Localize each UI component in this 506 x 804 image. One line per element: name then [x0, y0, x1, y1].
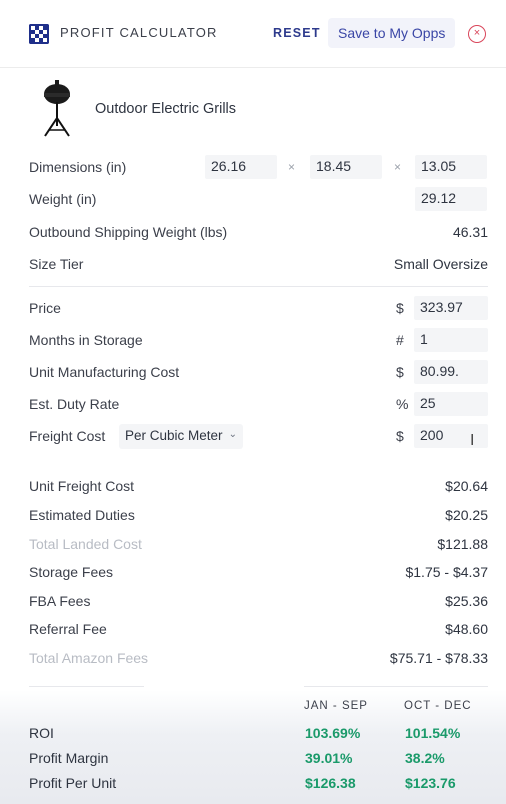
divider	[29, 686, 144, 687]
months-storage-label: Months in Storage	[29, 332, 143, 348]
storage-fees-label: Storage Fees	[29, 564, 114, 580]
app-title: PROFIT CALCULATOR	[60, 25, 218, 40]
profit-per-unit-oct-dec-value: $123.76	[405, 775, 456, 791]
calculator-header: PROFIT CALCULATOR RESET Save to My Opps …	[0, 0, 506, 68]
grill-icon	[37, 80, 77, 138]
duty-rate-input[interactable]: 25	[414, 392, 488, 416]
chevron-down-icon: ⌄	[228, 429, 237, 440]
price-prefix: $	[396, 300, 404, 316]
referral-fee-label: Referral Fee	[29, 621, 107, 637]
profit-per-unit-jan-sep-value: $126.38	[305, 775, 356, 791]
fba-fees-value: $25.36	[445, 593, 488, 609]
times-separator: ×	[394, 160, 402, 174]
weight-input[interactable]: 29.12	[415, 187, 487, 211]
profit-per-unit-label: Profit Per Unit	[29, 775, 117, 791]
weight-label: Weight (in)	[29, 191, 97, 207]
product-name: Outdoor Electric Grills	[95, 101, 237, 117]
duty-rate-label: Est. Duty Rate	[29, 396, 120, 412]
unit-mfg-cost-input[interactable]: 80.99.	[414, 360, 488, 384]
freight-mode-value: Per Cubic Meter	[125, 428, 223, 443]
size-tier-label: Size Tier	[29, 256, 84, 272]
divider	[29, 286, 488, 287]
unit-freight-cost-label: Unit Freight Cost	[29, 478, 135, 494]
duty-rate-prefix: %	[396, 396, 409, 412]
shipping-weight-label: Outbound Shipping Weight (lbs)	[29, 224, 228, 240]
column-header-oct-dec: OCT - DEC	[404, 700, 472, 712]
save-to-opps-button[interactable]: Save to My Opps	[328, 18, 456, 48]
total-amazon-fees-label: Total Amazon Fees	[29, 650, 149, 666]
total-landed-cost-label: Total Landed Cost	[29, 536, 142, 552]
freight-mode-select[interactable]: Per Cubic Meter ⌄	[119, 424, 243, 449]
unit-mfg-cost-label: Unit Manufacturing Cost	[29, 364, 180, 380]
dimension-length-input[interactable]: 26.16	[205, 155, 277, 179]
times-separator: ×	[288, 160, 296, 174]
size-tier-value: Small Oversize	[393, 256, 488, 272]
storage-fees-value: $1.75 - $4.37	[405, 564, 488, 580]
app-logo-icon	[29, 24, 49, 44]
freight-cost-input[interactable]: 200	[414, 424, 488, 448]
freight-cost-prefix: $	[396, 428, 404, 444]
total-landed-cost-value: $121.88	[437, 536, 488, 552]
freight-cost-label: Freight Cost	[29, 428, 106, 444]
dimension-height-input[interactable]: 13.05	[415, 155, 487, 179]
unit-mfg-cost-prefix: $	[396, 364, 404, 380]
profit-margin-label: Profit Margin	[29, 750, 109, 766]
price-input[interactable]: 323.97	[414, 296, 488, 320]
roi-jan-sep-value: 103.69%	[305, 725, 361, 741]
roi-oct-dec-value: 101.54%	[405, 725, 461, 741]
reset-button[interactable]: RESET	[273, 26, 321, 40]
months-storage-prefix: #	[396, 332, 404, 348]
text-cursor-icon: I	[470, 432, 475, 449]
total-amazon-fees-value: $75.71 - $78.33	[389, 650, 488, 666]
dimensions-label: Dimensions (in)	[29, 159, 127, 175]
shipping-weight-value: 46.31	[452, 224, 488, 240]
price-label: Price	[29, 300, 61, 316]
close-icon[interactable]: ×	[468, 25, 486, 43]
divider	[304, 686, 488, 687]
estimated-duties-label: Estimated Duties	[29, 507, 135, 523]
profit-margin-oct-dec-value: 38.2%	[405, 750, 445, 766]
unit-freight-cost-value: $20.64	[445, 478, 488, 494]
profit-margin-jan-sep-value: 39.01%	[305, 750, 353, 766]
referral-fee-value: $48.60	[445, 621, 488, 637]
roi-label: ROI	[29, 725, 54, 741]
estimated-duties-value: $20.25	[445, 507, 488, 523]
months-storage-input[interactable]: 1	[414, 328, 488, 352]
fba-fees-label: FBA Fees	[29, 593, 91, 609]
column-header-jan-sep: JAN - SEP	[304, 700, 368, 712]
dimension-width-input[interactable]: 18.45	[310, 155, 382, 179]
